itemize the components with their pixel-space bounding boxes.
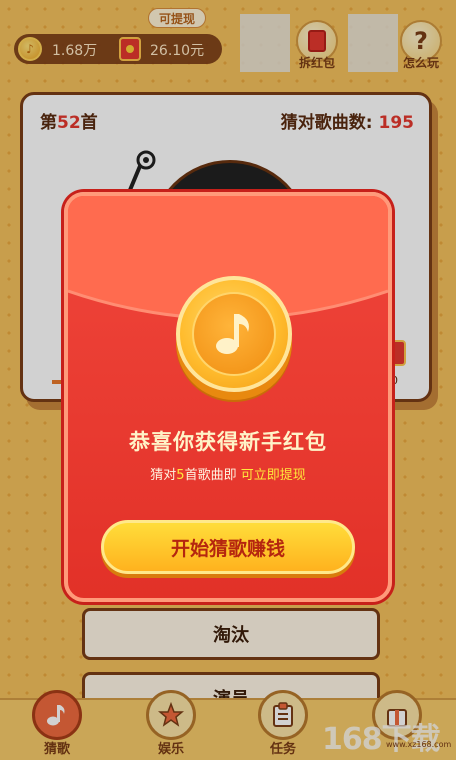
modal-subline: 猜对5首歌曲即 可立即提现 (64, 464, 392, 483)
gold-coin-icon (176, 276, 292, 392)
coin-face (192, 292, 276, 376)
start-guessing-button[interactable]: 开始猜歌赚钱 (101, 520, 355, 574)
subline-middle: 首歌曲即 (184, 468, 237, 483)
modal-headline: 恭喜你获得新手红包 (129, 430, 327, 454)
subline-count: 5 (176, 468, 185, 483)
music-note-icon (216, 314, 249, 354)
subline-highlight: 可立即提现 (240, 468, 306, 483)
subline-prefix: 猜对 (150, 468, 177, 483)
